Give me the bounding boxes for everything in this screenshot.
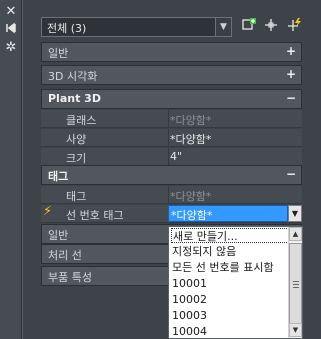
- quick-select-icon[interactable]: [285, 17, 305, 37]
- grip-line: [293, 281, 299, 282]
- section-tag[interactable]: 태그 −: [41, 165, 302, 185]
- grip-line: [293, 284, 299, 285]
- dropdown-option[interactable]: 10002: [171, 292, 289, 307]
- add-to-selection-icon[interactable]: [239, 17, 259, 37]
- property-name: 태그: [66, 190, 87, 203]
- select-objects-icon[interactable]: [261, 17, 281, 37]
- section-general-2-label: 일반: [48, 229, 69, 242]
- section-plant3d-label: Plant 3D: [48, 92, 101, 105]
- property-name: 선 번호 태그: [66, 209, 124, 222]
- section-general-label: 일반: [48, 47, 69, 60]
- property-name: 사양: [66, 133, 87, 146]
- column-divider: [168, 148, 169, 166]
- property-value: *다양함*: [170, 133, 212, 146]
- line-number-tag-value: *다양함*: [171, 209, 213, 222]
- object-type-select-value: 전체 (3): [47, 22, 87, 35]
- property-row[interactable]: 클래스 *다양함*: [41, 110, 302, 128]
- property-row[interactable]: 크기 4": [41, 148, 302, 166]
- dropdown-option-new[interactable]: 새로 만들기...: [171, 228, 289, 243]
- dropdown-option[interactable]: 10004: [171, 324, 289, 339]
- section-part-properties-label: 부품 특성: [48, 271, 92, 284]
- dropdown-option[interactable]: 모든 선 번호를 표시함: [171, 260, 289, 275]
- property-row[interactable]: 태그 *다양함*: [41, 186, 302, 204]
- chevron-down-icon[interactable]: ▼: [215, 18, 231, 36]
- expand-icon[interactable]: +: [286, 67, 296, 81]
- collapse-icon[interactable]: −: [286, 167, 296, 181]
- dropdown-option[interactable]: 10003: [171, 308, 289, 323]
- section-3d-visualization-label: 3D 시각화: [48, 70, 98, 83]
- lightning-icon: ⚡: [43, 204, 53, 219]
- column-divider: [168, 110, 169, 128]
- property-value: *다양함*: [170, 190, 212, 203]
- property-name: 클래스: [66, 114, 97, 127]
- line-number-tag-field[interactable]: *다양함*: [168, 205, 288, 222]
- property-row[interactable]: 사양 *다양함*: [41, 129, 302, 147]
- property-value: *다양함*: [170, 114, 212, 127]
- column-divider: [168, 186, 169, 204]
- property-name: 크기: [66, 152, 87, 165]
- dropdown-scrollbar[interactable]: ▲ ▼: [288, 227, 302, 338]
- chevron-down-icon[interactable]: ▼: [288, 205, 302, 222]
- settings-icon[interactable]: ✲: [3, 40, 19, 56]
- dock-icon[interactable]: [3, 22, 19, 38]
- collapse-icon[interactable]: −: [286, 91, 296, 105]
- property-value: 4": [170, 150, 183, 163]
- object-type-select[interactable]: 전체 (3) ▼: [41, 17, 232, 37]
- grip-line: [293, 287, 299, 288]
- dropdown-option[interactable]: 지정되지 않음: [171, 244, 289, 259]
- close-icon[interactable]: ✕: [3, 4, 19, 20]
- expand-icon[interactable]: +: [286, 44, 296, 58]
- column-divider: [168, 129, 169, 147]
- scroll-up-icon[interactable]: ▲: [289, 227, 302, 241]
- scrollbar-thumb[interactable]: [289, 243, 302, 325]
- line-number-dropdown[interactable]: 새로 만들기... 지정되지 않음 모든 선 번호를 표시함 10001 100…: [168, 226, 303, 339]
- palette-title-strip: ✕ ✲: [0, 0, 22, 339]
- dropdown-option[interactable]: 10001: [171, 276, 289, 291]
- section-line-processing-label: 처리 선: [48, 249, 82, 262]
- section-3d-visualization[interactable]: 3D 시각화 +: [41, 65, 302, 85]
- section-plant3d[interactable]: Plant 3D −: [41, 89, 302, 109]
- scroll-down-icon[interactable]: ▼: [289, 323, 302, 337]
- section-general[interactable]: 일반 +: [41, 42, 302, 62]
- section-tag-label: 태그: [48, 170, 69, 183]
